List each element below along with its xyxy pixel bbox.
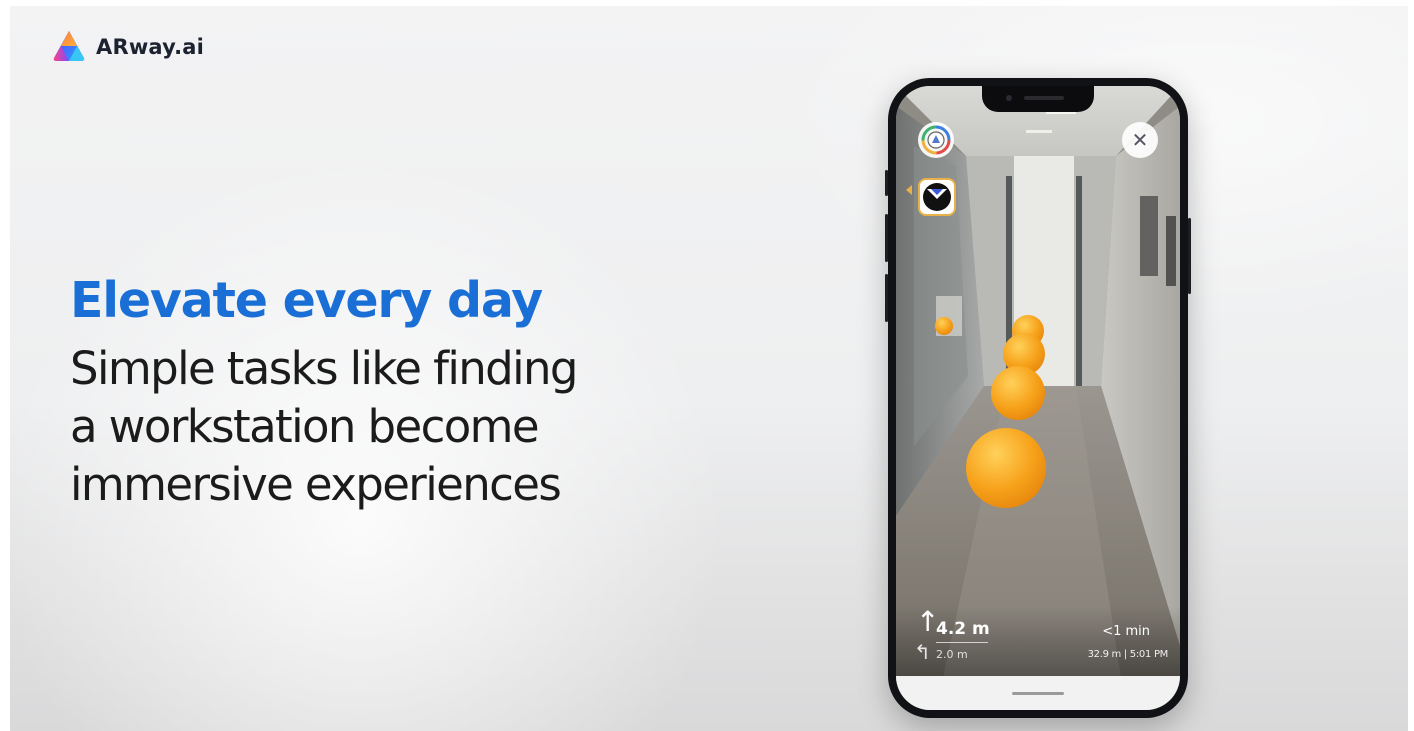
- brand-name: ARway.ai: [96, 35, 205, 59]
- headline: Elevate every day: [70, 272, 543, 329]
- ar-waypoint-sphere: [991, 366, 1045, 420]
- next-step-distance: 2.0 m: [936, 648, 968, 661]
- step-divider: [936, 642, 988, 643]
- left-border: [0, 0, 10, 731]
- phone-volume-down: [885, 274, 888, 322]
- top-border: [0, 0, 1414, 6]
- body-line-1: Simple tasks like finding: [70, 342, 579, 395]
- body-line-3: immersive experiences: [70, 458, 562, 511]
- turn-left-icon: ↰: [914, 640, 931, 664]
- current-step-distance: 4.2 m: [936, 619, 990, 639]
- arway-map-icon: [921, 125, 951, 155]
- phone-volume-up: [885, 214, 888, 262]
- eta-label: <1 min: [1102, 624, 1150, 639]
- phone-screen: ✕ ↑ 4.2 m ↰ 2.0 m <1 min 32.9 m | 5:01 P…: [896, 86, 1180, 710]
- home-indicator[interactable]: [1012, 692, 1064, 695]
- ar-waypoint-sphere: [935, 317, 953, 335]
- earpiece-speaker: [1024, 96, 1064, 100]
- compass-icon: [923, 183, 951, 211]
- arway-map-button[interactable]: [918, 122, 954, 158]
- right-border: [1408, 0, 1414, 731]
- brand-logo: ARway.ai: [50, 28, 204, 66]
- phone-notch: [982, 86, 1094, 112]
- compass-direction-marker: [906, 185, 912, 195]
- phone-power-button: [1188, 218, 1191, 294]
- route-summary: 32.9 m | 5:01 PM: [1087, 649, 1169, 660]
- close-button[interactable]: ✕: [1122, 122, 1158, 158]
- phone-mockup: ✕ ↑ 4.2 m ↰ 2.0 m <1 min 32.9 m | 5:01 P…: [885, 78, 1191, 718]
- arway-triangle-logo-icon: [50, 28, 88, 66]
- compass-button[interactable]: [918, 178, 956, 216]
- close-icon: ✕: [1131, 128, 1149, 152]
- body-line-2: a workstation become: [70, 400, 540, 453]
- ar-waypoint-sphere: [966, 428, 1046, 508]
- slide: ARway.ai Elevate every day Simple tasks …: [0, 0, 1414, 731]
- phone-mute-switch: [885, 170, 888, 196]
- front-camera: [1006, 95, 1012, 101]
